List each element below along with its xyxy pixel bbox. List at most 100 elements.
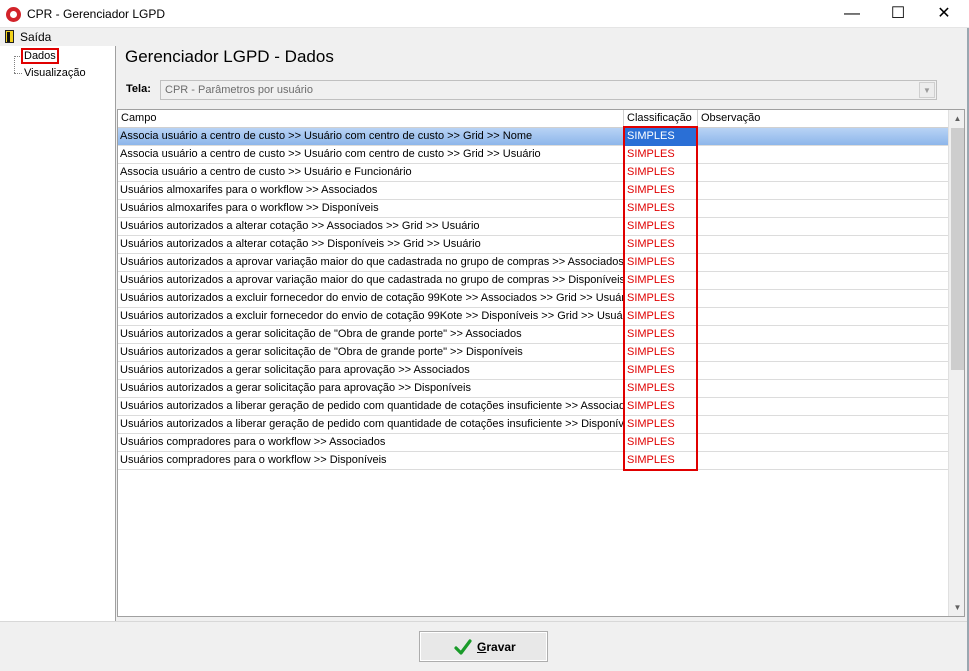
table-row[interactable]: Associa usuário a centro de custo >> Usu… xyxy=(118,164,948,182)
cell-campo[interactable]: Usuários autorizados a aprovar variação … xyxy=(118,272,624,290)
cell-campo[interactable]: Usuários autorizados a liberar geração d… xyxy=(118,398,624,416)
cell-classificacao[interactable]: SIMPLES xyxy=(624,236,698,254)
cell-campo[interactable]: Usuários autorizados a excluir fornecedo… xyxy=(118,308,624,326)
grid-body: Associa usuário a centro de custo >> Usu… xyxy=(118,128,948,470)
cell-campo[interactable]: Usuários autorizados a alterar cotação >… xyxy=(118,236,624,254)
table-row[interactable]: Associa usuário a centro de custo >> Usu… xyxy=(118,128,948,146)
cell-classificacao[interactable]: SIMPLES xyxy=(624,182,698,200)
tree-connector xyxy=(14,56,22,57)
column-header-observacao[interactable]: Observação xyxy=(698,110,948,128)
table-row[interactable]: Usuários autorizados a gerar solicitação… xyxy=(118,344,948,362)
cell-observacao[interactable] xyxy=(698,182,948,200)
table-row[interactable]: Usuários compradores para o workflow >> … xyxy=(118,452,948,470)
title-bar: CPR - Gerenciador LGPD — ☐ ✕ xyxy=(0,0,969,28)
scroll-up-icon[interactable]: ▲ xyxy=(949,110,964,127)
cell-classificacao[interactable]: SIMPLES xyxy=(624,452,698,470)
grid-header: Campo Classificação Observação xyxy=(118,110,948,128)
cell-observacao[interactable] xyxy=(698,362,948,380)
tela-select-value: CPR - Parâmetros por usuário xyxy=(165,84,313,96)
table-row[interactable]: Usuários autorizados a alterar cotação >… xyxy=(118,218,948,236)
table-row[interactable]: Usuários autorizados a gerar solicitação… xyxy=(118,362,948,380)
cell-classificacao[interactable]: SIMPLES xyxy=(624,164,698,182)
cell-observacao[interactable] xyxy=(698,326,948,344)
table-row[interactable]: Usuários autorizados a alterar cotação >… xyxy=(118,236,948,254)
table-row[interactable]: Associa usuário a centro de custo >> Usu… xyxy=(118,146,948,164)
cell-classificacao[interactable]: SIMPLES xyxy=(624,326,698,344)
cell-classificacao[interactable]: SIMPLES xyxy=(624,254,698,272)
cell-observacao[interactable] xyxy=(698,398,948,416)
cell-classificacao[interactable]: SIMPLES xyxy=(624,398,698,416)
cell-campo[interactable]: Usuários autorizados a liberar geração d… xyxy=(118,416,624,434)
cell-campo[interactable]: Associa usuário a centro de custo >> Usu… xyxy=(118,164,624,182)
tree-item-visualizacao[interactable]: Visualização xyxy=(24,67,86,79)
cell-classificacao[interactable]: SIMPLES xyxy=(624,434,698,452)
cell-campo[interactable]: Usuários autorizados a alterar cotação >… xyxy=(118,218,624,236)
tree-connector xyxy=(14,73,22,74)
cell-campo[interactable]: Usuários autorizados a excluir fornecedo… xyxy=(118,290,624,308)
cell-observacao[interactable] xyxy=(698,146,948,164)
cell-observacao[interactable] xyxy=(698,416,948,434)
cell-classificacao[interactable]: SIMPLES xyxy=(624,272,698,290)
menu-item-exit[interactable]: Saída xyxy=(20,30,51,44)
column-header-classificacao[interactable]: Classificação xyxy=(624,110,698,128)
table-row[interactable]: Usuários autorizados a liberar geração d… xyxy=(118,398,948,416)
vertical-scrollbar[interactable]: ▲ ▼ xyxy=(948,110,964,616)
cell-observacao[interactable] xyxy=(698,308,948,326)
cell-observacao[interactable] xyxy=(698,128,948,146)
table-row[interactable]: Usuários autorizados a aprovar variação … xyxy=(118,254,948,272)
cell-observacao[interactable] xyxy=(698,200,948,218)
cell-classificacao[interactable]: SIMPLES xyxy=(624,146,698,164)
cell-observacao[interactable] xyxy=(698,218,948,236)
cell-campo[interactable]: Usuários autorizados a gerar solicitação… xyxy=(118,362,624,380)
tree-item-dados[interactable]: Dados xyxy=(21,48,59,64)
table-row[interactable]: Usuários autorizados a liberar geração d… xyxy=(118,416,948,434)
menu-bar: Saída xyxy=(0,28,967,46)
cell-observacao[interactable] xyxy=(698,236,948,254)
cell-classificacao[interactable]: SIMPLES xyxy=(624,344,698,362)
minimize-button[interactable]: — xyxy=(829,0,875,28)
maximize-button[interactable]: ☐ xyxy=(875,0,921,28)
cell-campo[interactable]: Usuários compradores para o workflow >> … xyxy=(118,434,624,452)
cell-classificacao[interactable]: SIMPLES xyxy=(624,416,698,434)
tela-select[interactable]: CPR - Parâmetros por usuário ▼ xyxy=(160,80,937,100)
save-button[interactable]: Gravar xyxy=(419,631,548,662)
cell-campo[interactable]: Usuários almoxarifes para o workflow >> … xyxy=(118,200,624,218)
cell-classificacao[interactable]: SIMPLES xyxy=(624,218,698,236)
cell-campo[interactable]: Associa usuário a centro de custo >> Usu… xyxy=(118,146,624,164)
cell-campo[interactable]: Usuários autorizados a aprovar variação … xyxy=(118,254,624,272)
cell-campo[interactable]: Usuários autorizados a gerar solicitação… xyxy=(118,380,624,398)
cell-classificacao[interactable]: SIMPLES xyxy=(624,200,698,218)
cell-observacao[interactable] xyxy=(698,452,948,470)
close-button[interactable]: ✕ xyxy=(921,0,967,28)
cell-observacao[interactable] xyxy=(698,272,948,290)
cell-campo[interactable]: Usuários compradores para o workflow >> … xyxy=(118,452,624,470)
cell-observacao[interactable] xyxy=(698,290,948,308)
table-row[interactable]: Usuários almoxarifes para o workflow >> … xyxy=(118,200,948,218)
table-row[interactable]: Usuários autorizados a excluir fornecedo… xyxy=(118,290,948,308)
table-row[interactable]: Usuários autorizados a excluir fornecedo… xyxy=(118,308,948,326)
cell-classificacao[interactable]: SIMPLES xyxy=(624,362,698,380)
cell-campo[interactable]: Usuários autorizados a gerar solicitação… xyxy=(118,326,624,344)
scroll-down-icon[interactable]: ▼ xyxy=(949,599,964,616)
cell-classificacao[interactable]: SIMPLES xyxy=(624,290,698,308)
table-row[interactable]: Usuários autorizados a gerar solicitação… xyxy=(118,380,948,398)
cell-campo[interactable]: Associa usuário a centro de custo >> Usu… xyxy=(118,128,624,146)
cell-campo[interactable]: Usuários autorizados a gerar solicitação… xyxy=(118,344,624,362)
data-grid: Campo Classificação Observação Associa u… xyxy=(117,109,965,617)
cell-classificacao[interactable]: SIMPLES xyxy=(624,308,698,326)
cell-classificacao[interactable]: SIMPLES xyxy=(624,128,698,146)
column-header-campo[interactable]: Campo xyxy=(118,110,624,128)
cell-observacao[interactable] xyxy=(698,434,948,452)
cell-classificacao[interactable]: SIMPLES xyxy=(624,380,698,398)
table-row[interactable]: Usuários autorizados a aprovar variação … xyxy=(118,272,948,290)
table-row[interactable]: Usuários compradores para o workflow >> … xyxy=(118,434,948,452)
table-row[interactable]: Usuários autorizados a gerar solicitação… xyxy=(118,326,948,344)
cell-observacao[interactable] xyxy=(698,164,948,182)
cell-observacao[interactable] xyxy=(698,380,948,398)
cell-observacao[interactable] xyxy=(698,344,948,362)
scroll-thumb[interactable] xyxy=(951,128,964,370)
table-row[interactable]: Usuários almoxarifes para o workflow >> … xyxy=(118,182,948,200)
cell-campo[interactable]: Usuários almoxarifes para o workflow >> … xyxy=(118,182,624,200)
cell-observacao[interactable] xyxy=(698,254,948,272)
chevron-down-icon[interactable]: ▼ xyxy=(919,82,935,98)
